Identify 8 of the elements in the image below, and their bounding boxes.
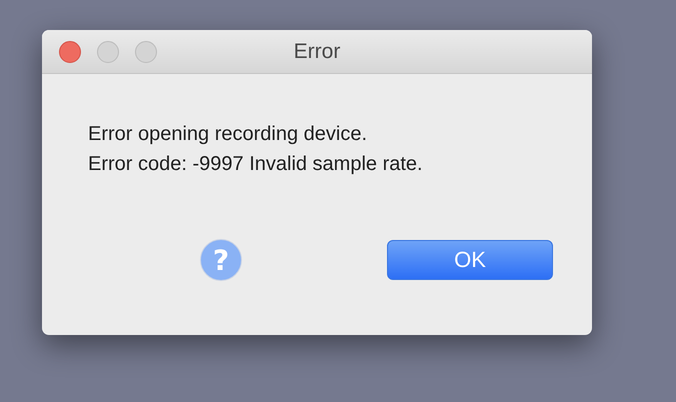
close-button[interactable] — [59, 40, 81, 62]
error-message: Error code: -9997 Invalid sample rate. — [88, 152, 423, 177]
error-message: Error opening recording device. — [88, 122, 368, 147]
zoom-button[interactable] — [135, 40, 157, 62]
ok-button[interactable]: OK — [387, 240, 553, 280]
help-button[interactable]: ? — [200, 239, 242, 281]
window-title: Error — [294, 40, 340, 64]
minimize-button[interactable] — [97, 40, 119, 62]
